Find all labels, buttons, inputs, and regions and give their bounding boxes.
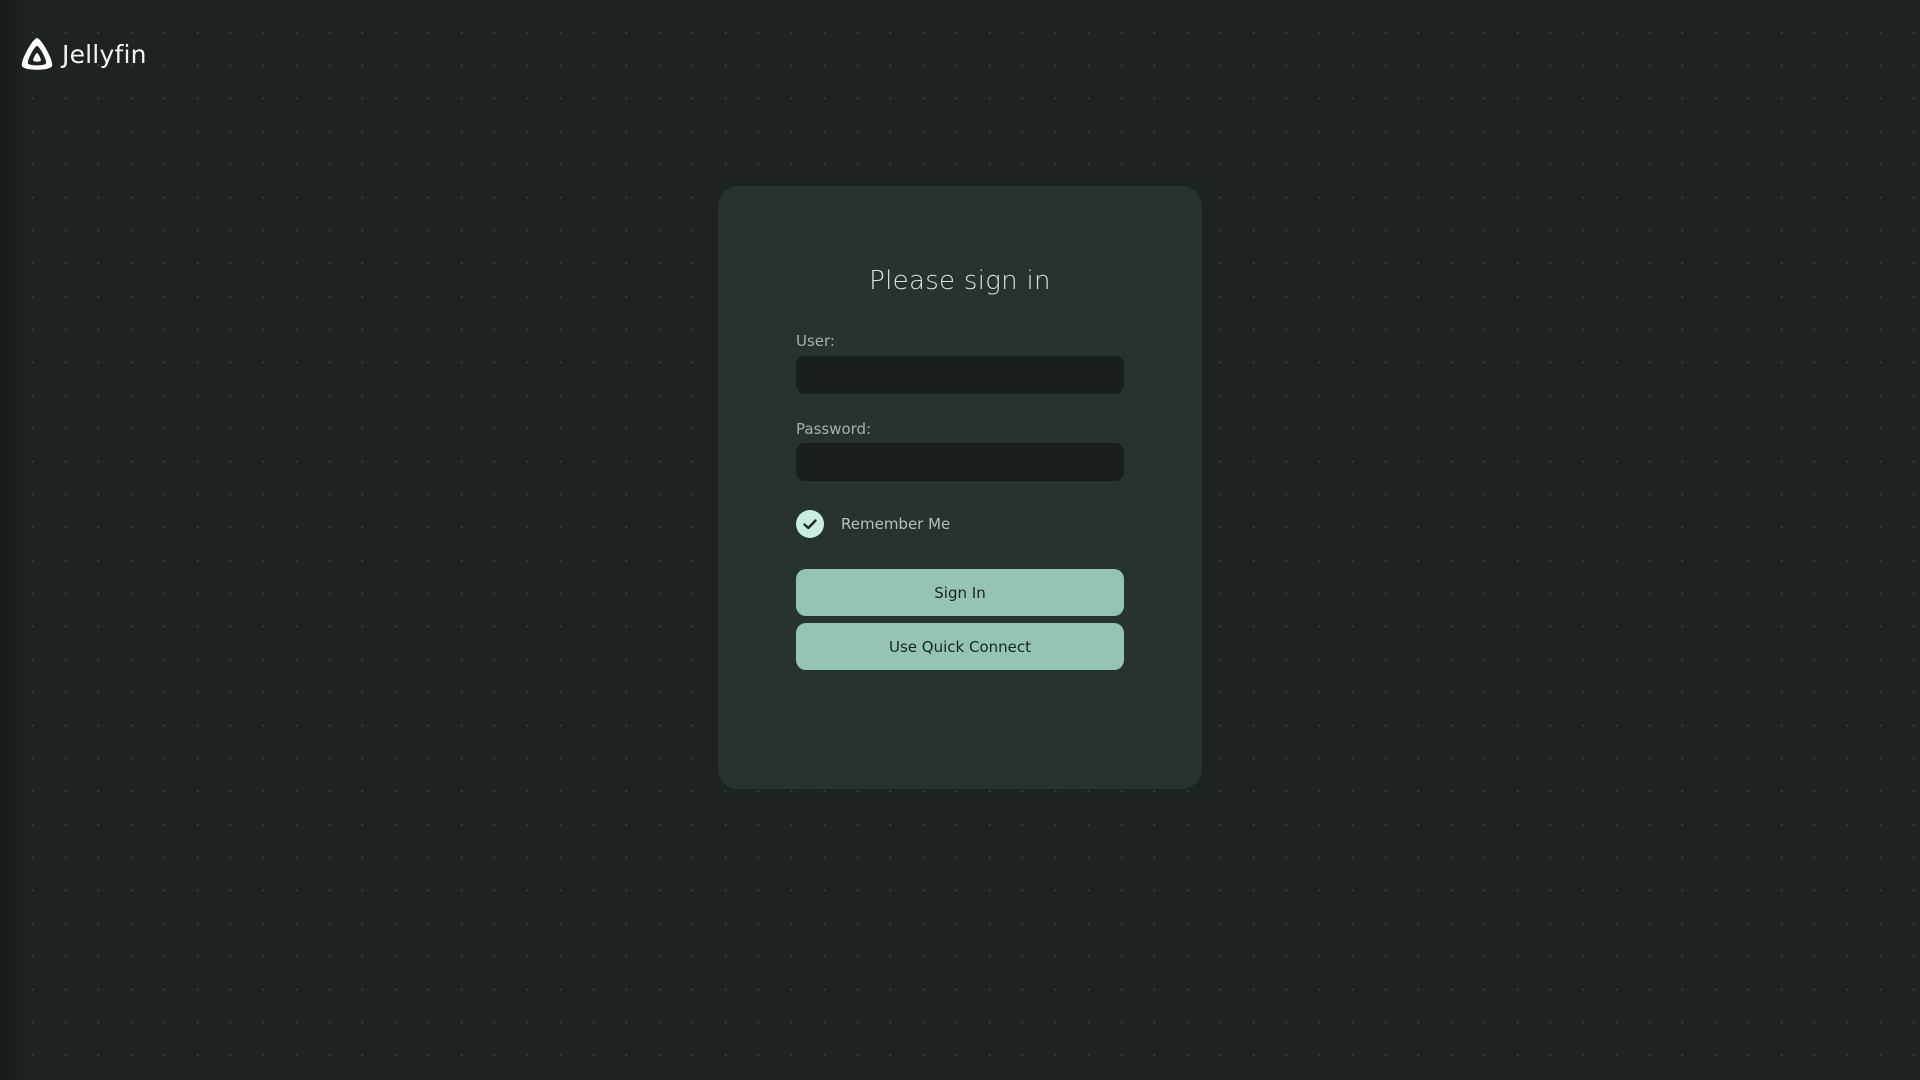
page-title: Please sign in bbox=[869, 266, 1051, 296]
remember-me-checkbox[interactable]: Remember Me bbox=[796, 510, 950, 538]
brand-logo[interactable]: Jellyfin bbox=[18, 36, 147, 72]
jellyfin-logo-icon bbox=[18, 36, 56, 72]
login-card: Please sign in User: Password: Remember … bbox=[718, 186, 1202, 789]
checkmark-icon bbox=[796, 510, 824, 538]
sign-in-button[interactable]: Sign In bbox=[796, 569, 1124, 616]
password-input[interactable] bbox=[796, 443, 1124, 481]
brand-name: Jellyfin bbox=[62, 39, 147, 69]
password-label: Password: bbox=[796, 420, 872, 438]
user-input[interactable] bbox=[796, 356, 1124, 394]
user-label: User: bbox=[796, 332, 835, 350]
quick-connect-button[interactable]: Use Quick Connect bbox=[796, 623, 1124, 670]
remember-me-label: Remember Me bbox=[841, 515, 951, 533]
left-edge-shade bbox=[0, 0, 24, 1080]
